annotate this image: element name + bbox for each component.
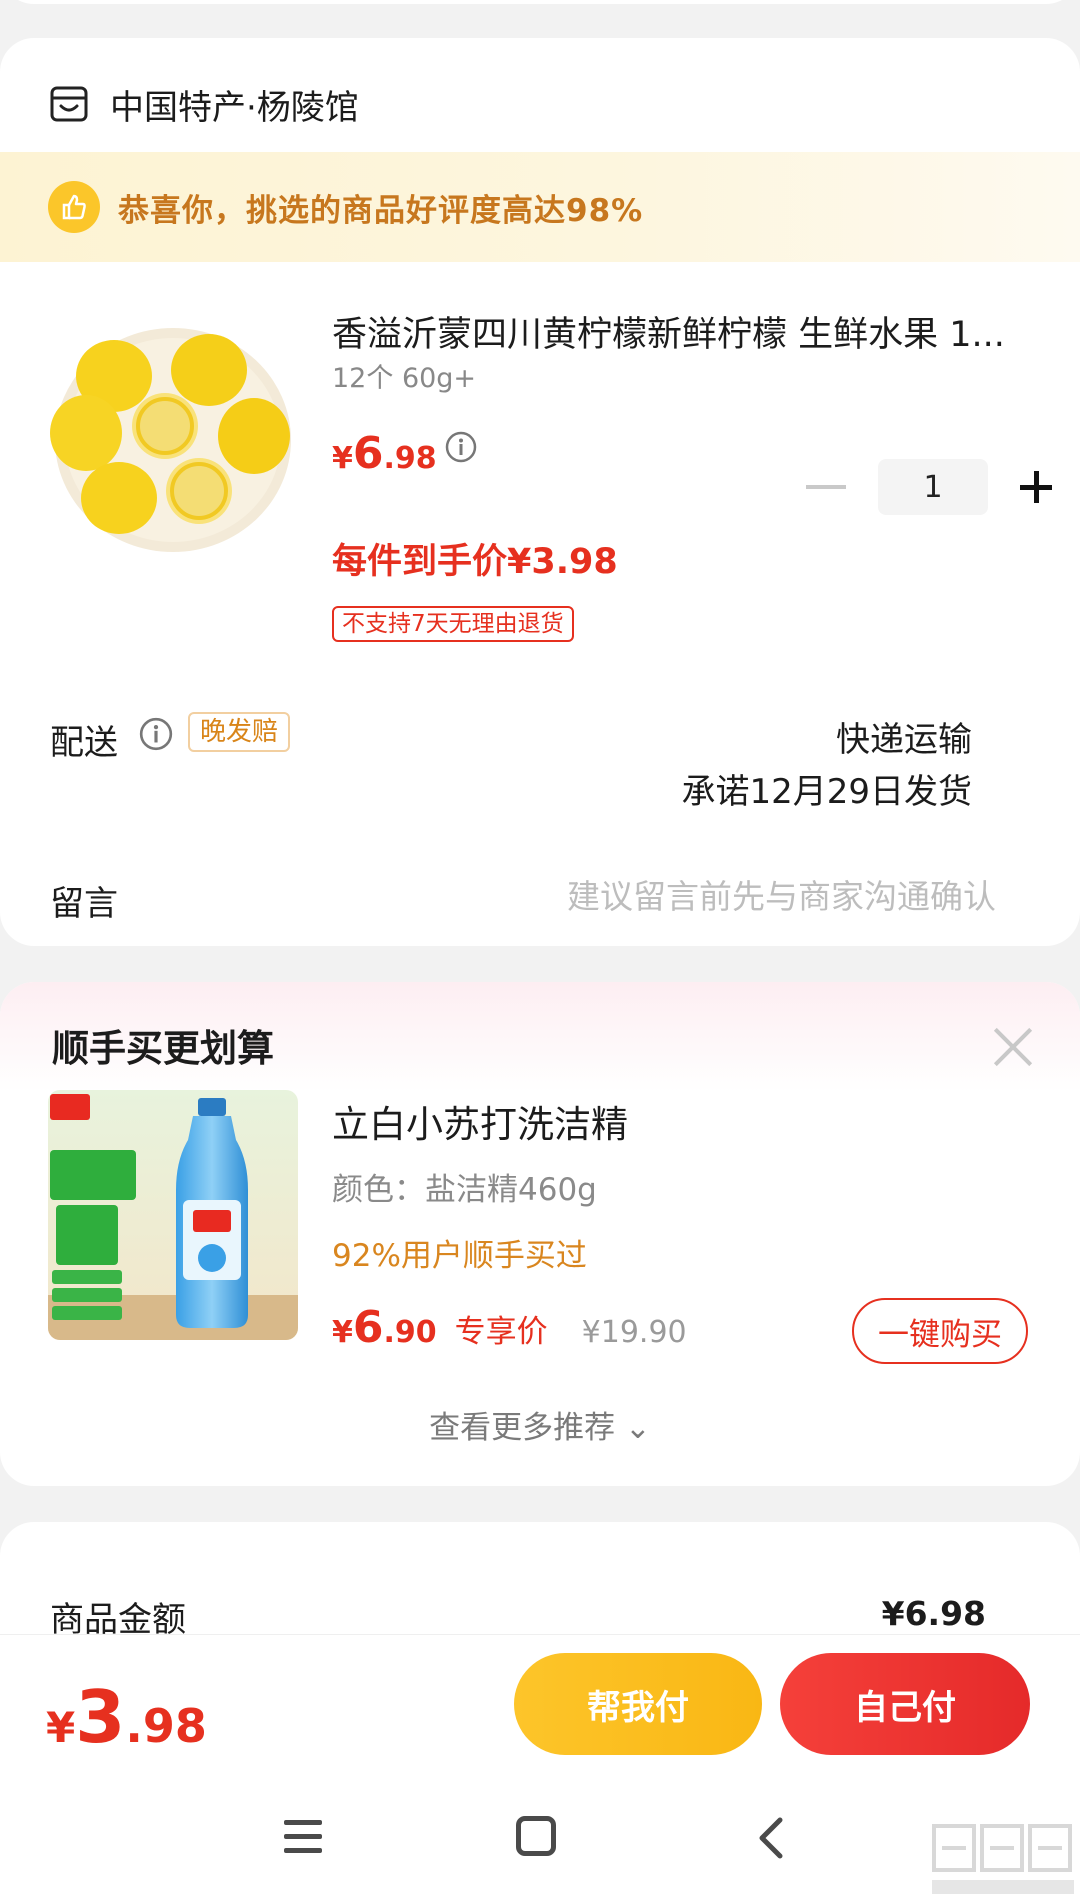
store-icon xyxy=(50,86,88,122)
price-currency: ¥ xyxy=(332,441,353,476)
exclusive-price-label: 专享价 xyxy=(454,1314,548,1350)
order-card: 中国特产·杨陵馆 恭喜你，挑选的商品好评度高达98% 香溢沂蒙四川黄柠檬新鲜柠檬… xyxy=(0,38,1080,946)
product-title[interactable]: 香溢沂蒙四川黄柠檬新鲜柠檬 生鲜水果 1... xyxy=(332,306,1032,357)
close-icon[interactable] xyxy=(992,1026,1034,1068)
rec-price-currency: ¥ xyxy=(332,1315,353,1350)
pay-myself-button[interactable]: 自己付 xyxy=(780,1653,1030,1755)
delivery-promise: 承诺12月29日发货 xyxy=(681,772,972,812)
previous-card-edge xyxy=(0,0,1080,4)
shop-name: 中国特产·杨陵馆 xyxy=(110,87,359,128)
view-more-recommendations-link[interactable]: 查看更多推荐 ⌄ xyxy=(0,1402,1080,1447)
original-price: ¥19.90 xyxy=(581,1315,687,1350)
watermark-logo xyxy=(932,1824,1074,1894)
thumbs-up-icon xyxy=(48,181,100,233)
recommended-product-name[interactable]: 立白小苏打洗洁精 xyxy=(332,1094,628,1148)
quantity-value[interactable]: 1 xyxy=(878,459,988,515)
delivery-info-icon[interactable] xyxy=(138,716,174,752)
message-label: 留言 xyxy=(50,884,118,924)
quantity-stepper: 1 xyxy=(806,458,1056,516)
delivery-label: 配送 xyxy=(50,723,118,763)
recommended-price: ¥6.90 专享价 ¥19.90 xyxy=(332,1302,687,1353)
help-me-pay-button[interactable]: 帮我付 xyxy=(514,1653,762,1755)
system-navigation-bar xyxy=(0,1782,1080,1902)
recommendation-card: 顺手买更划算 立白小苏打洗洁精 颜色：盐洁精460g 92%用户顺手买过 ¥ 6… xyxy=(0,982,1080,1486)
back-icon[interactable] xyxy=(752,1814,792,1862)
total-decimal: .98 xyxy=(125,1699,207,1753)
price-decimal: .98 xyxy=(383,441,437,476)
home-icon[interactable] xyxy=(516,1816,556,1856)
product-image-lemons[interactable] xyxy=(44,308,302,566)
rec-price-decimal: .90 xyxy=(383,1315,437,1350)
shop-header[interactable]: 中国特产·杨陵馆 xyxy=(50,74,359,134)
product-spec[interactable]: 12个 60g+ xyxy=(332,356,476,395)
final-price-per-item: 每件到手价¥3.98 xyxy=(332,542,618,582)
rating-promo-bar: 恭喜你，挑选的商品好评度高达98% xyxy=(0,152,1080,262)
rec-price-integer: 6 xyxy=(352,1302,384,1353)
checkout-bar: ¥3.98 帮我付 自己付 xyxy=(0,1634,1080,1782)
product-price: ¥6.98 xyxy=(332,428,437,479)
product-image-dish-soap[interactable] xyxy=(48,1090,298,1340)
recent-apps-icon[interactable] xyxy=(284,1820,324,1860)
recommended-social-proof: 92%用户顺手买过 xyxy=(332,1238,587,1274)
decrease-quantity-button[interactable] xyxy=(806,485,846,489)
rating-promo-text: 恭喜你，挑选的商品好评度高达98% xyxy=(118,192,644,229)
price-info-icon[interactable] xyxy=(444,430,478,464)
no-return-tag: 不支持7天无理由退货 xyxy=(332,606,574,642)
recommended-product-variant[interactable]: 颜色：盐洁精460g xyxy=(332,1164,597,1209)
one-click-buy-button[interactable]: 一键购买 xyxy=(852,1298,1028,1364)
total-currency: ¥ xyxy=(46,1703,76,1752)
increase-quantity-button[interactable] xyxy=(1016,467,1056,507)
total-price: ¥3.98 xyxy=(46,1675,207,1759)
total-integer: 3 xyxy=(75,1675,126,1759)
delivery-method[interactable]: 快递运输 xyxy=(836,712,972,761)
late-compensation-badge: 晚发赔 xyxy=(188,712,291,752)
goods-amount-value: ¥6.98 xyxy=(881,1594,986,1633)
price-integer: 6 xyxy=(352,428,384,479)
recommendation-title: 顺手买更划算 xyxy=(52,1027,274,1070)
message-input[interactable] xyxy=(420,868,996,924)
